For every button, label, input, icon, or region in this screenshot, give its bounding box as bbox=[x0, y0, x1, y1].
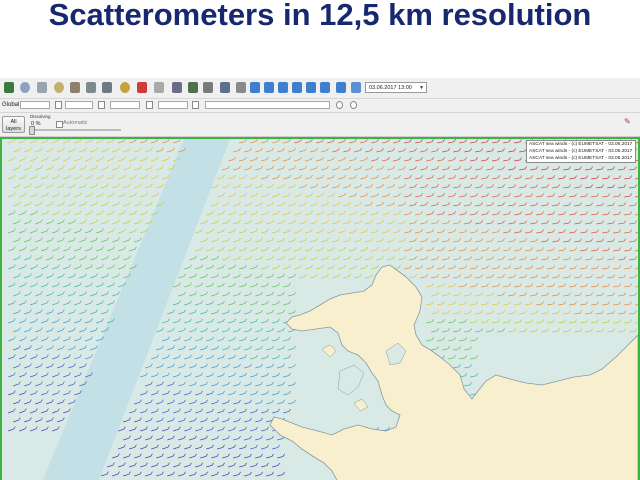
projection-select[interactable] bbox=[20, 101, 50, 109]
media-next-icon[interactable] bbox=[292, 82, 302, 93]
star-icon[interactable] bbox=[54, 82, 64, 93]
map-canvas[interactable] bbox=[2, 139, 638, 480]
layer-select[interactable] bbox=[205, 101, 330, 109]
layer-toolbar: Global bbox=[0, 99, 640, 113]
chevron-down-icon: ▼ bbox=[419, 85, 424, 91]
slide-title: Scatterometers in 12,5 km resolution bbox=[48, 0, 592, 32]
media-prev-icon[interactable] bbox=[264, 82, 274, 93]
map-view[interactable]: ASCAT sea winds - (c) EUMETSAT - 03.06.2… bbox=[0, 137, 640, 480]
layers-icon[interactable] bbox=[37, 82, 47, 93]
dissolving-label: Dissolving bbox=[30, 114, 51, 119]
pause-icon[interactable] bbox=[188, 82, 198, 93]
time-selector[interactable]: 03.06.2017 13:00 ▼ bbox=[365, 82, 427, 93]
step-back-icon[interactable] bbox=[220, 82, 230, 93]
globe-icon[interactable] bbox=[20, 82, 30, 93]
param-lock-toggle[interactable] bbox=[146, 101, 153, 109]
legend-entry: ASCAT sea winds - (c) EUMETSAT - 03.06.2… bbox=[529, 149, 633, 154]
pencil-icon[interactable]: ✎ bbox=[624, 117, 633, 126]
lock-toggle[interactable] bbox=[55, 101, 62, 109]
settings-icon[interactable] bbox=[154, 82, 164, 93]
time-value: 03.06.2017 13:00 bbox=[369, 85, 412, 91]
time-lock-toggle[interactable] bbox=[98, 101, 105, 109]
layer-legend: ASCAT sea winds - (c) EUMETSAT - 03.06.2… bbox=[526, 140, 636, 163]
media-loop-icon[interactable] bbox=[320, 82, 330, 93]
grid-icon[interactable] bbox=[4, 82, 14, 93]
forward-icon[interactable] bbox=[236, 82, 246, 93]
dissolving-slider[interactable] bbox=[31, 129, 121, 131]
move-icon[interactable] bbox=[86, 82, 96, 93]
dissolve-toolbar: All layers Dissolving 0 % Automatic ✎ bbox=[0, 113, 640, 137]
refresh-toggle[interactable] bbox=[350, 101, 357, 109]
style-lock-toggle[interactable] bbox=[192, 101, 199, 109]
media-first-icon[interactable] bbox=[250, 82, 260, 93]
level-select[interactable] bbox=[65, 101, 93, 109]
parameter-select[interactable] bbox=[110, 101, 140, 109]
automatic-checkbox[interactable] bbox=[56, 121, 63, 128]
calendar-icon[interactable] bbox=[351, 82, 361, 93]
projection-label: Global bbox=[2, 102, 20, 108]
all-layers-button[interactable]: All layers bbox=[2, 116, 25, 133]
automatic-label: Automatic bbox=[63, 120, 88, 126]
style-select[interactable] bbox=[158, 101, 188, 109]
media-last-icon[interactable] bbox=[306, 82, 316, 93]
cursor-icon[interactable] bbox=[70, 82, 80, 93]
legend-entry: ASCAT sea winds - (c) EUMETSAT - 03.06.2… bbox=[529, 156, 633, 161]
slider-handle[interactable] bbox=[29, 126, 35, 135]
visibility-toggle[interactable] bbox=[336, 101, 343, 109]
main-toolbar: 03.06.2017 13:00 ▼ bbox=[0, 78, 640, 99]
reset-icon[interactable] bbox=[120, 82, 130, 93]
backward-icon[interactable] bbox=[336, 82, 346, 93]
legend-entry: ASCAT sea winds - (c) EUMETSAT - 03.06.2… bbox=[529, 142, 633, 147]
zoom-icon[interactable] bbox=[102, 82, 112, 93]
media-play-icon[interactable] bbox=[278, 82, 288, 93]
play-icon[interactable] bbox=[172, 82, 182, 93]
step-icon[interactable] bbox=[203, 82, 213, 93]
sun-icon[interactable] bbox=[137, 82, 147, 93]
